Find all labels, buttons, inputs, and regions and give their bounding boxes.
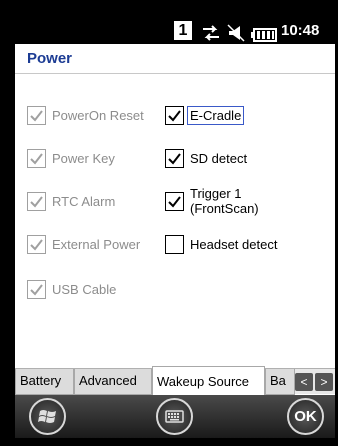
checkmark-icon (168, 153, 181, 165)
checkbox-label: External Power (52, 237, 141, 252)
checkbox-label-line2: (FrontScan) (190, 201, 259, 216)
checkbox-box[interactable] (165, 191, 184, 211)
checkbox-trigger1-frontscan[interactable]: Trigger 1 (FrontScan) (165, 186, 259, 216)
tab-battery[interactable]: Battery (15, 369, 74, 395)
checkbox-box (27, 106, 46, 125)
battery-icon[interactable] (251, 24, 277, 46)
checkmark-icon (30, 239, 43, 251)
checkbox-label[interactable]: E-Cradle (186, 106, 245, 125)
clock-time[interactable]: 10:48 (281, 18, 319, 44)
start-button[interactable] (29, 398, 66, 435)
checkbox-rtc-alarm: RTC Alarm (27, 192, 115, 211)
tab-ba-partial[interactable]: Ba (265, 369, 295, 395)
checkbox-box[interactable] (165, 106, 184, 125)
checkbox-label-line1: Trigger 1 (190, 186, 242, 201)
checkbox-power-key: Power Key (27, 149, 115, 168)
windows-start-icon (38, 410, 56, 423)
tab-scroll-right-button[interactable]: > (315, 373, 333, 391)
checkbox-box (27, 192, 46, 211)
checkbox-label: Power Key (52, 151, 115, 166)
checkbox-usb-cable: USB Cable (27, 280, 116, 299)
checkbox-label: USB Cable (52, 282, 117, 297)
checkbox-headset-detect[interactable]: Headset detect (165, 235, 277, 254)
page-title: Power (27, 50, 73, 67)
checkbox-e-cradle[interactable]: E-Cradle (165, 106, 245, 125)
title-bar: Power (15, 44, 335, 74)
checkbox-box (27, 149, 46, 168)
checkbox-box (27, 280, 46, 299)
checkmark-icon (30, 284, 43, 296)
keyboard-button[interactable] (156, 398, 193, 435)
checkbox-label: RTC Alarm (52, 194, 116, 209)
checkbox-sd-detect[interactable]: SD detect (165, 149, 247, 168)
volume-muted-icon[interactable] (227, 22, 247, 44)
checkmark-icon (168, 110, 181, 122)
checkbox-external-power: External Power (27, 235, 140, 254)
checkbox-box[interactable] (165, 235, 184, 254)
checkbox-label[interactable]: Trigger 1 (FrontScan) (190, 186, 259, 216)
tab-advanced[interactable]: Advanced (74, 369, 152, 395)
checkbox-box (27, 235, 46, 254)
tab-wakeup-source[interactable]: Wakeup Source (152, 366, 265, 395)
checkmark-icon (30, 110, 43, 122)
checkbox-label: PowerOn Reset (52, 108, 144, 123)
checkmark-icon (30, 153, 43, 165)
bottom-command-bar: OK (15, 395, 335, 438)
checkbox-poweron-reset: PowerOn Reset (27, 106, 144, 125)
notification-count-badge[interactable]: 1 (174, 21, 192, 40)
screen: 1 10:48 Power PowerOn Reset Power Key RT… (15, 18, 335, 438)
ok-label: OK (294, 408, 317, 425)
checkbox-label[interactable]: Headset detect (190, 237, 277, 252)
tab-strip: Battery Advanced Wakeup Source Ba < > (15, 366, 335, 395)
checkmark-icon (168, 195, 181, 208)
keyboard-icon (165, 410, 184, 423)
tab-scroll-left-button[interactable]: < (295, 373, 313, 391)
checkbox-label[interactable]: SD detect (190, 151, 247, 166)
ok-button[interactable]: OK (287, 398, 324, 435)
checkbox-box[interactable] (165, 149, 184, 168)
checkmark-icon (30, 196, 43, 208)
status-bar: 1 10:48 (15, 18, 335, 44)
connectivity-icon[interactable] (201, 22, 221, 44)
